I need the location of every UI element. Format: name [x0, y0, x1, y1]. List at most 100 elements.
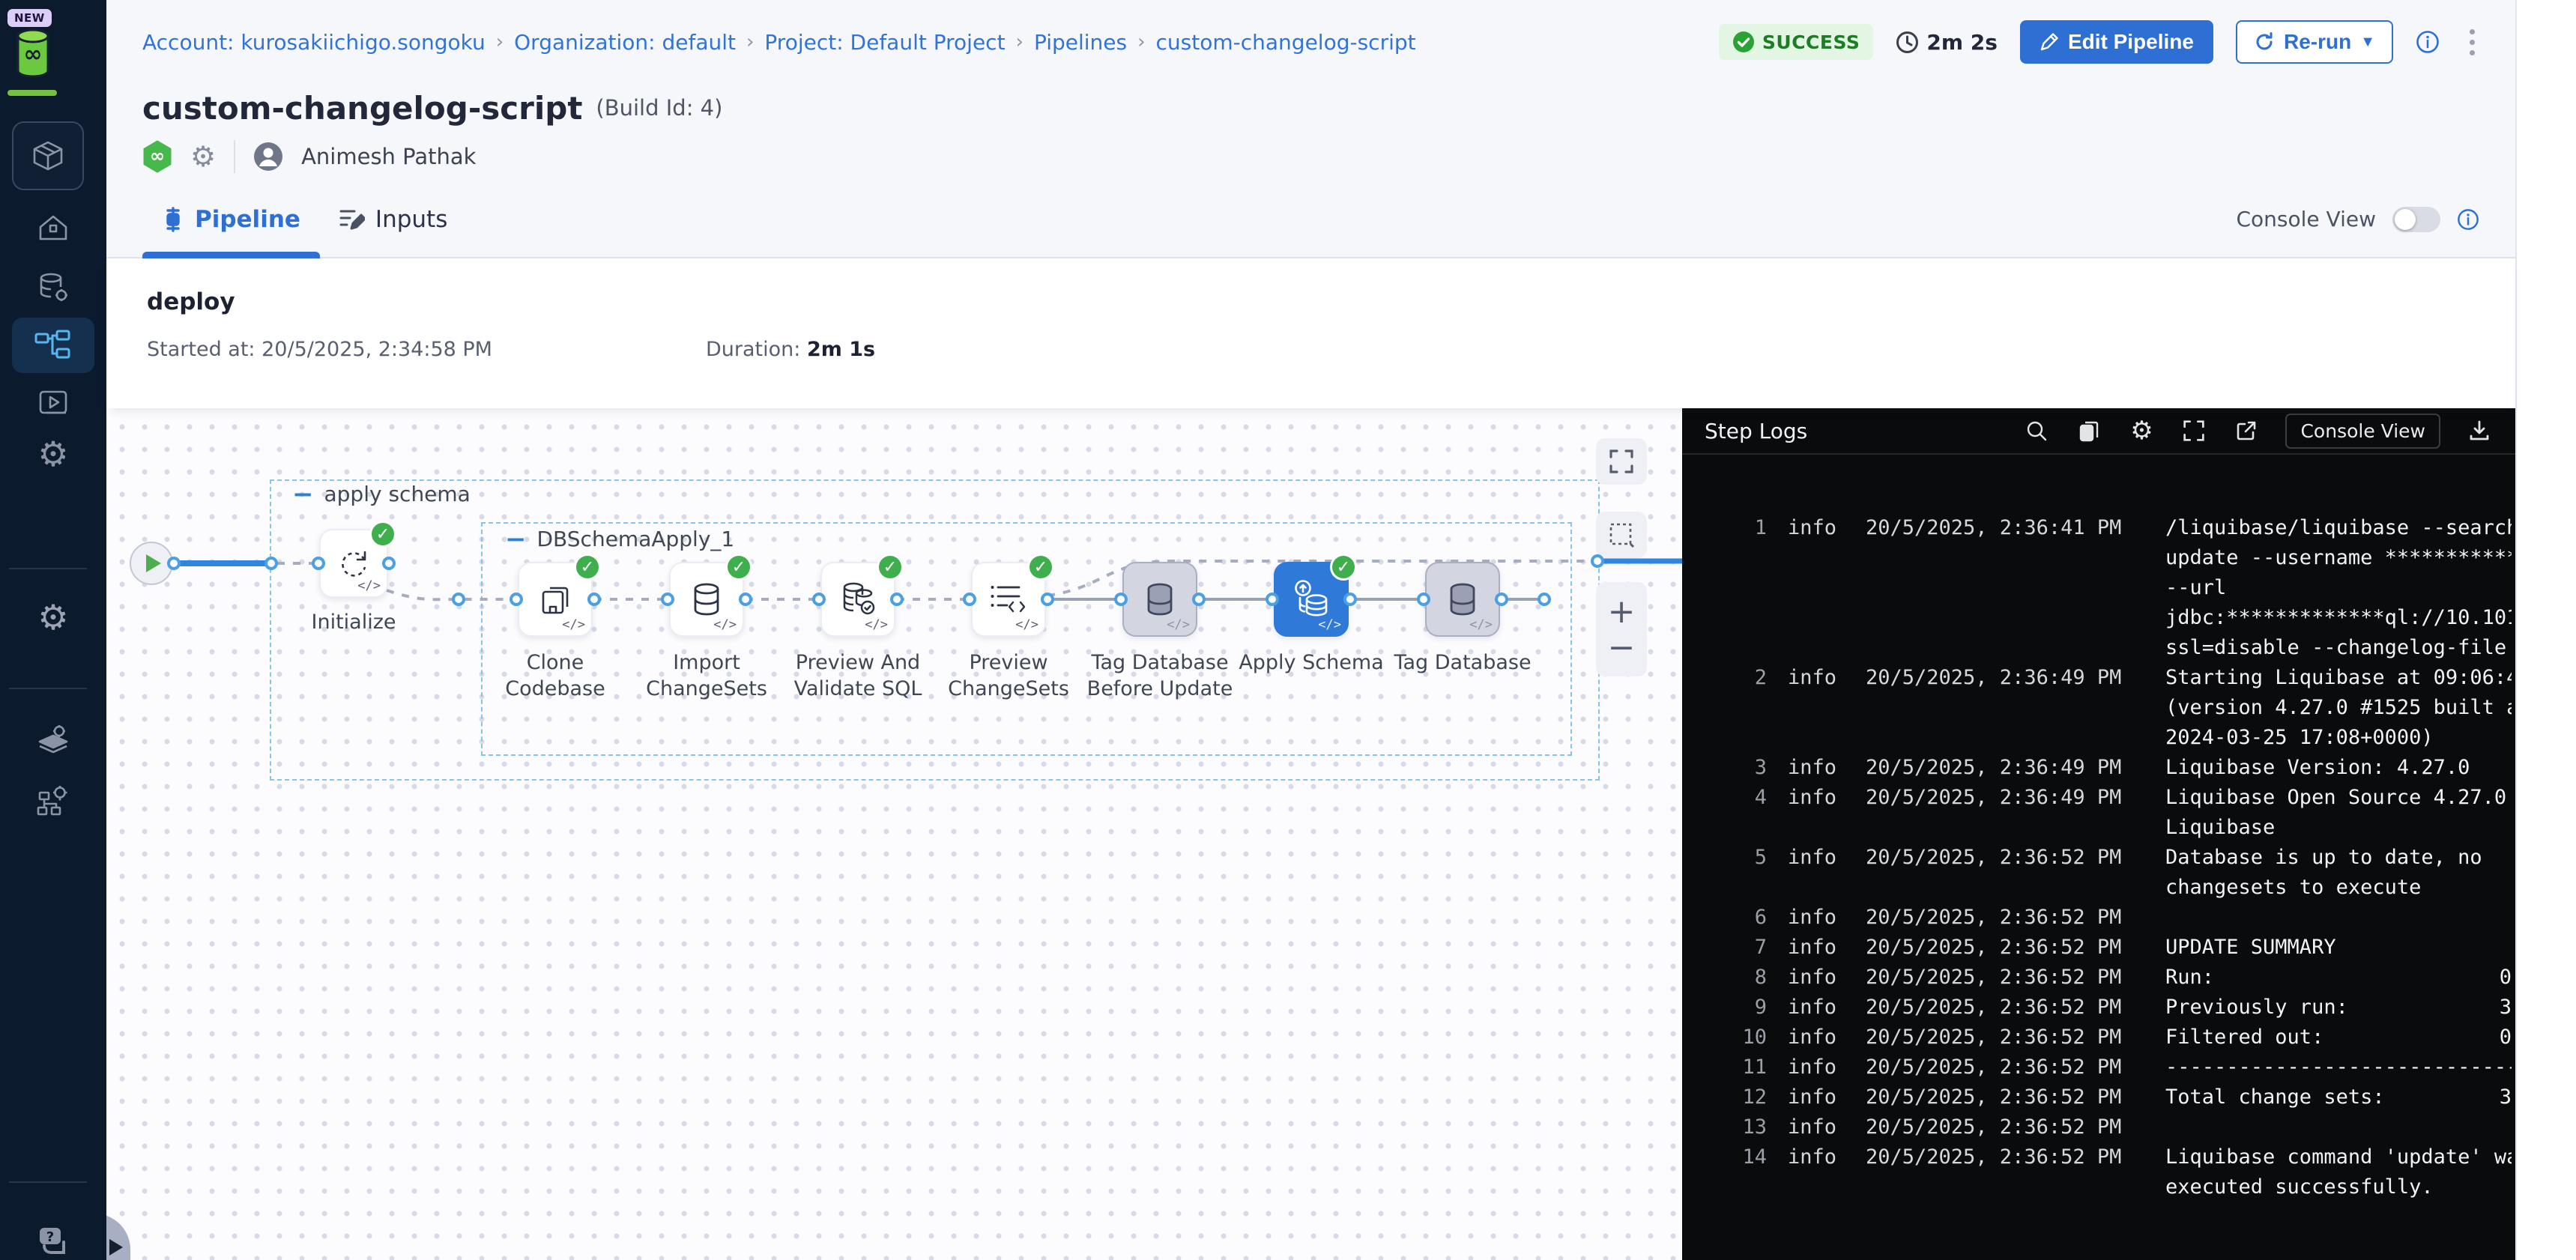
console-view-button[interactable]: Console View — [2285, 414, 2440, 449]
log-timestamp: 20/5/2025, 2:36:52 PM — [1866, 963, 2165, 993]
log-line: 4info20/5/2025, 2:36:49 PMLiquibase Open… — [1682, 783, 2515, 843]
log-line: 10info20/5/2025, 2:36:52 PMFiltered out:… — [1682, 1023, 2515, 1052]
harness-db-devops-logo[interactable]: ∞ — [16, 28, 49, 78]
zoom-out-button[interactable]: − — [1596, 624, 1647, 670]
sidebar-item-org-settings[interactable] — [0, 779, 106, 821]
status-badge: SUCCESS — [1719, 24, 1873, 60]
log-level: info — [1788, 513, 1866, 543]
pipeline-step-tag-database[interactable]: </> — [1425, 562, 1500, 637]
sidebar-item-pipelines-active[interactable] — [12, 318, 94, 373]
sidebar-item-databases[interactable] — [0, 268, 106, 307]
step-logs-panel: Step Logs — [1682, 408, 2515, 1260]
success-check-icon: ✓ — [1027, 554, 1054, 581]
tab-pipeline[interactable]: Pipeline — [142, 181, 320, 257]
success-check-icon: ✓ — [1330, 554, 1357, 581]
pipeline-tab-icon — [162, 207, 184, 232]
edit-pipeline-button[interactable]: Edit Pipeline — [2020, 20, 2213, 64]
code-icon: </> — [1318, 617, 1341, 632]
console-view-toggle[interactable] — [2392, 207, 2440, 232]
sidebar-item-home[interactable] — [0, 208, 106, 247]
log-copy-button[interactable] — [2075, 417, 2102, 444]
canvas-marquee-select-button[interactable] — [1596, 512, 1647, 558]
info-icon[interactable] — [2416, 30, 2440, 54]
clock-icon — [1896, 31, 1919, 54]
pipeline-step-initialize[interactable]: ✓ </> — [319, 529, 388, 598]
breadcrumb-separator: › — [496, 31, 504, 53]
info-icon[interactable] — [2457, 208, 2479, 231]
stage-name: deploy — [147, 288, 2475, 315]
pipeline-step-tag-database-before-update[interactable]: </> — [1122, 562, 1197, 637]
log-timestamp: 20/5/2025, 2:36:52 PM — [1866, 933, 2165, 963]
log-download-button[interactable] — [2466, 417, 2493, 444]
log-search-button[interactable] — [2023, 417, 2050, 444]
kebab-menu-icon[interactable] — [2462, 25, 2482, 60]
step-label-initialize: Initialize — [271, 609, 436, 635]
database-check-icon — [837, 578, 879, 620]
breadcrumb-project[interactable]: Project: Default Project — [764, 30, 1005, 55]
breadcrumb-organization[interactable]: Organization: default — [514, 30, 736, 55]
connector-port — [452, 593, 465, 606]
home-icon — [36, 210, 70, 245]
pipeline-canvas[interactable]: − apply schema − DBSchemaApply_1 — [106, 408, 1682, 1260]
help-button[interactable]: ? — [0, 1220, 106, 1260]
apply-schema-icon — [1289, 578, 1333, 621]
code-icon: </> — [357, 578, 381, 593]
log-message: Run:0 — [2165, 963, 2512, 993]
gear-icon[interactable]: ⚙ — [190, 142, 216, 171]
log-line: 1info20/5/2025, 2:36:41 PM/liquibase/liq… — [1682, 513, 2515, 663]
breadcrumb-current-pipeline[interactable]: custom-changelog-script — [1156, 30, 1416, 55]
log-line: 6info20/5/2025, 2:36:52 PM — [1682, 903, 2515, 933]
code-icon: </> — [713, 617, 737, 632]
log-timestamp: 20/5/2025, 2:36:41 PM — [1866, 513, 2165, 543]
sidebar-item-executions[interactable] — [0, 384, 106, 422]
canvas-fit-view-button[interactable] — [1596, 438, 1647, 485]
log-level: info — [1788, 663, 1866, 693]
log-message: Previously run:3 — [2165, 993, 2512, 1023]
log-level: info — [1788, 933, 1866, 963]
executions-icon — [36, 386, 70, 420]
copy-icon — [2078, 419, 2100, 443]
log-line: 7info20/5/2025, 2:36:52 PMUPDATE SUMMARY — [1682, 933, 2515, 963]
active-module-indicator — [7, 90, 57, 96]
nav-expand-handle[interactable] — [106, 1214, 132, 1260]
connector-port — [739, 593, 752, 606]
log-timestamp: 20/5/2025, 2:36:52 PM — [1866, 1023, 2165, 1052]
connector-port — [1041, 593, 1054, 606]
pipelines-icon — [34, 330, 72, 361]
step-label-import-changesets: ImportChangeSets — [624, 649, 789, 702]
log-line-number: 14 — [1682, 1142, 1767, 1172]
log-open-new-tab-button[interactable] — [2233, 417, 2260, 444]
step-logs-output[interactable]: 1info20/5/2025, 2:36:41 PM/liquibase/liq… — [1682, 455, 2515, 1202]
connector-port — [312, 557, 325, 570]
rerun-button[interactable]: Re-run ▼ — [2236, 20, 2393, 64]
top-actions: SUCCESS 2m 2s Edit Pipeline — [1719, 20, 2482, 64]
breadcrumb-account[interactable]: Account: kurosakiichigo.songoku — [142, 30, 486, 55]
success-check-icon: ✓ — [877, 554, 904, 581]
module-cube-icon — [30, 138, 66, 174]
main-area: Account: kurosakiichigo.songoku › Organi… — [106, 0, 2515, 1260]
caret-down-icon: ▼ — [2360, 34, 2375, 51]
log-fullscreen-button[interactable] — [2180, 417, 2207, 444]
database-icon — [1442, 579, 1483, 620]
pipeline-step-preview-and-validate-sql[interactable]: ✓ </> — [820, 562, 895, 637]
sidebar-item-project-settings[interactable] — [0, 719, 106, 761]
breadcrumb-pipelines[interactable]: Pipelines — [1034, 30, 1127, 55]
log-line-number: 7 — [1682, 933, 1767, 963]
pipeline-step-preview-changesets[interactable]: ✓ </> — [971, 562, 1046, 637]
sidebar-item-account-settings[interactable]: ⚙ — [0, 596, 106, 638]
log-level: info — [1788, 843, 1866, 873]
pipeline-step-apply-schema[interactable]: ✓ </> — [1274, 562, 1349, 637]
pipeline-step-clone-codebase[interactable]: ✓ </> — [518, 562, 593, 637]
connector-port — [1591, 554, 1604, 568]
log-line-number: 4 — [1682, 783, 1767, 813]
module-selector-button[interactable] — [12, 121, 84, 190]
log-level: info — [1788, 1112, 1866, 1142]
connector-port — [167, 557, 181, 570]
log-timestamp: 20/5/2025, 2:36:49 PM — [1866, 753, 2165, 783]
tab-inputs[interactable]: Inputs — [320, 181, 467, 257]
log-settings-button[interactable]: ⚙ — [2128, 417, 2155, 444]
pipeline-step-import-changesets[interactable]: ✓ </> — [669, 562, 744, 637]
sidebar-item-settings[interactable]: ⚙ — [0, 433, 106, 475]
log-timestamp: 20/5/2025, 2:36:52 PM — [1866, 903, 2165, 933]
user-avatar-icon — [253, 142, 283, 172]
